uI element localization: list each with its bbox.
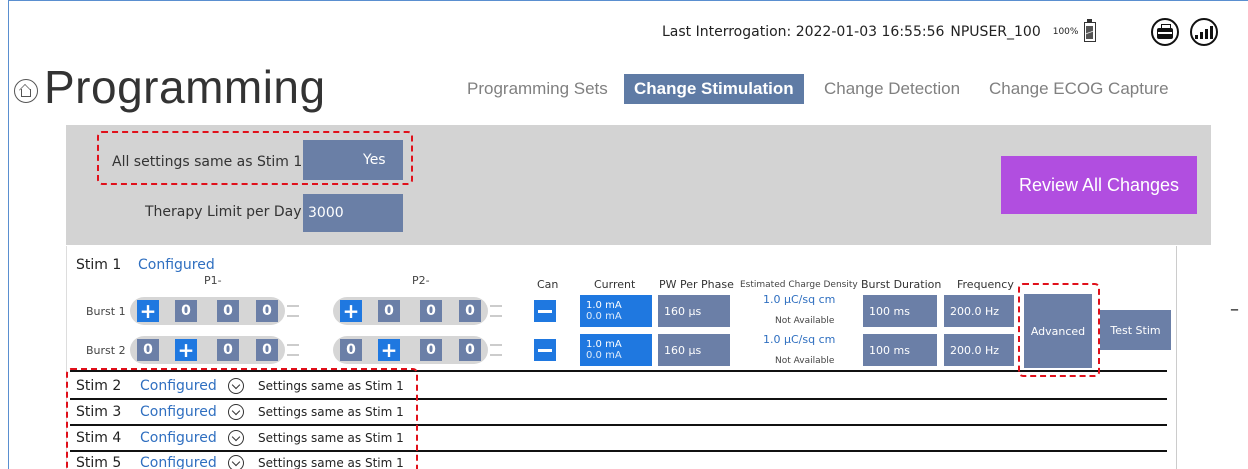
electrode-button[interactable]: 0: [340, 339, 362, 361]
charge-density-value: 1.0 µC/sq cm: [763, 293, 836, 306]
electrode-button[interactable]: +: [378, 338, 400, 362]
burst-label: Burst 1: [86, 305, 126, 318]
electrode-button[interactable]: +: [340, 299, 362, 323]
highlight-box-same-settings: [97, 131, 413, 185]
test-stim-button[interactable]: Test Stim: [1100, 310, 1171, 350]
electrode-button[interactable]: 0: [175, 300, 197, 322]
page-title: Programming: [44, 61, 326, 113]
frequency-field[interactable]: 200.0 Hz: [944, 334, 1014, 366]
pw-field[interactable]: 160 µs: [658, 334, 730, 366]
p1-electrode-group: 0 + 0 0: [130, 336, 285, 364]
header-current: Current: [594, 278, 636, 291]
electrode-button[interactable]: 0: [459, 300, 481, 322]
header-can: Can: [537, 278, 559, 291]
window-border-left: [8, 0, 9, 469]
pw-field[interactable]: 160 µs: [658, 295, 730, 327]
tab-change-stimulation[interactable]: Change Stimulation: [624, 74, 804, 104]
window-border-top: [8, 0, 1248, 1]
charge-density-note: Not Available: [775, 316, 835, 326]
lead-connector: [490, 344, 502, 356]
stim1-name: Stim 1: [76, 257, 122, 273]
lead-connector: [287, 305, 299, 317]
electrode-button[interactable]: 0: [256, 339, 278, 361]
tab-programming-sets[interactable]: Programming Sets: [467, 74, 608, 104]
home-icon[interactable]: [14, 79, 38, 103]
electrode-button[interactable]: 0: [459, 339, 481, 361]
electrode-button[interactable]: 0: [378, 300, 400, 322]
burst-duration-field[interactable]: 100 ms: [863, 295, 937, 327]
current-value: 1.0 mA: [586, 339, 622, 350]
header-frequency: Frequency: [957, 278, 1014, 291]
user-name: NPUSER_100: [950, 24, 1041, 40]
can-minus-button[interactable]: [534, 339, 556, 361]
briefcase-icon[interactable]: [1151, 18, 1179, 46]
lead-connector: [287, 344, 299, 356]
stim1-status: Configured: [138, 257, 215, 273]
charge-density-value: 1.0 µC/sq cm: [763, 333, 836, 346]
current-field[interactable]: 1.0 mA 0.0 mA: [580, 295, 652, 327]
signal-strength-icon[interactable]: [1190, 18, 1218, 46]
electrode-button[interactable]: 0: [217, 300, 239, 322]
electrode-button[interactable]: 0: [420, 339, 442, 361]
status-bar: Last Interrogation: 2022-01-03 16:55:56 …: [662, 19, 1097, 42]
p1-label: P1-: [204, 274, 222, 287]
electrode-button[interactable]: 0: [137, 339, 159, 361]
current-secondary: 0.0 mA: [586, 350, 622, 361]
p2-electrode-group: + 0 0 0: [333, 297, 488, 325]
electrode-button[interactable]: 0: [256, 300, 278, 322]
current-value: 1.0 mA: [586, 300, 622, 311]
burst-duration-field[interactable]: 100 ms: [863, 334, 937, 366]
electrode-button[interactable]: 0: [217, 339, 239, 361]
electrode-button[interactable]: +: [175, 338, 197, 362]
review-all-changes-button[interactable]: Review All Changes: [1001, 156, 1197, 214]
last-interrogation-text: Last Interrogation: 2022-01-03 16:55:56: [662, 24, 945, 40]
electrode-button[interactable]: +: [137, 299, 159, 323]
current-field[interactable]: 1.0 mA 0.0 mA: [580, 334, 652, 366]
p2-label: P2-: [412, 274, 430, 287]
header-burst-duration: Burst Duration: [861, 278, 942, 291]
highlight-box-advanced: [1018, 283, 1100, 377]
tab-change-ecog-capture[interactable]: Change ECOG Capture: [989, 74, 1169, 104]
highlight-box-stim-rows: [66, 368, 418, 469]
therapy-limit-input[interactable]: 3000: [303, 194, 403, 232]
tab-change-detection[interactable]: Change Detection: [824, 74, 960, 104]
therapy-limit-label: Therapy Limit per Day: [145, 204, 302, 220]
side-scroll-strip[interactable]: [1176, 246, 1211, 469]
header-pw: PW Per Phase: [659, 278, 734, 291]
electrode-button[interactable]: 0: [420, 300, 442, 322]
frequency-field[interactable]: 200.0 Hz: [944, 295, 1014, 327]
collapse-marker[interactable]: –: [1230, 299, 1239, 320]
p2-electrode-group: 0 + 0 0: [333, 336, 488, 364]
charge-density-note: Not Available: [775, 356, 835, 366]
battery-percent: 100%: [1052, 27, 1079, 37]
battery-icon: [1084, 19, 1097, 42]
lead-connector: [490, 305, 502, 317]
current-secondary: 0.0 mA: [586, 311, 622, 322]
p1-electrode-group: + 0 0 0: [130, 297, 285, 325]
header-charge-density: Estimated Charge Density: [740, 280, 858, 290]
can-minus-button[interactable]: [534, 300, 556, 322]
burst-label: Burst 2: [86, 344, 126, 357]
